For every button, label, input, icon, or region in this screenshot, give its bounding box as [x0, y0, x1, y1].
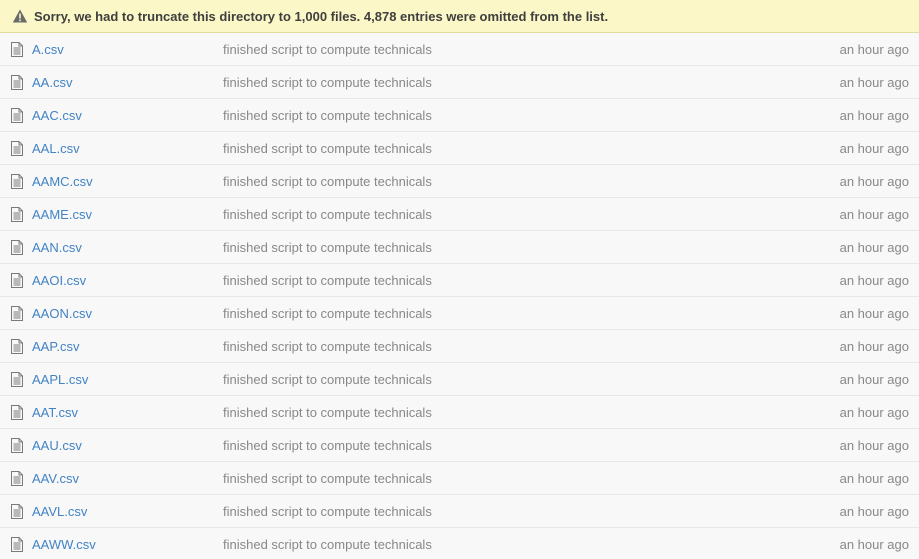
file-name-link[interactable]: AAME.csv — [32, 207, 92, 222]
commit-message-link[interactable]: finished script to compute technicals — [223, 42, 432, 57]
file-row: AAP.csv finished script to compute techni… — [0, 330, 919, 363]
file-row: AAT.csv finished script to compute techni… — [0, 396, 919, 429]
file-name-link[interactable]: AAT.csv — [32, 405, 78, 420]
file-row: AAON.csv finished script to compute techn… — [0, 297, 919, 330]
commit-message-link[interactable]: finished script to compute technicals — [223, 537, 432, 552]
file-age: an hour ago — [839, 404, 909, 420]
file-text-icon — [11, 141, 23, 156]
file-text-icon — [11, 273, 23, 288]
file-age: an hour ago — [839, 503, 909, 519]
commit-message-link[interactable]: finished script to compute technicals — [223, 438, 432, 453]
file-name-link[interactable]: AAU.csv — [32, 438, 82, 453]
file-name-link[interactable]: AAP.csv — [32, 339, 79, 354]
commit-message-link[interactable]: finished script to compute technicals — [223, 207, 432, 222]
file-text-icon — [11, 537, 23, 552]
file-age: an hour ago — [839, 371, 909, 387]
commit-message-link[interactable]: finished script to compute technicals — [223, 273, 432, 288]
commit-message-link[interactable]: finished script to compute technicals — [223, 471, 432, 486]
file-row: AAOI.csv finished script to compute techn… — [0, 264, 919, 297]
file-row: AAC.csv finished script to compute techni… — [0, 99, 919, 132]
file-text-icon — [11, 438, 23, 453]
file-text-icon — [11, 75, 23, 90]
file-text-icon — [11, 372, 23, 387]
file-age: an hour ago — [839, 470, 909, 486]
file-text-icon — [11, 306, 23, 321]
commit-message-link[interactable]: finished script to compute technicals — [223, 306, 432, 321]
file-age: an hour ago — [839, 206, 909, 222]
file-name-link[interactable]: AA.csv — [32, 75, 72, 90]
file-age: an hour ago — [839, 107, 909, 123]
file-name-link[interactable]: AAV.csv — [32, 471, 79, 486]
file-name-link[interactable]: AAL.csv — [32, 141, 80, 156]
commit-message-link[interactable]: finished script to compute technicals — [223, 240, 432, 255]
file-row: AAPL.csv finished script to compute techn… — [0, 363, 919, 396]
file-name-link[interactable]: AAN.csv — [32, 240, 82, 255]
file-text-icon — [11, 471, 23, 486]
file-text-icon — [11, 207, 23, 222]
file-row: AA.csv finished script to compute technic… — [0, 66, 919, 99]
file-age: an hour ago — [839, 272, 909, 288]
file-row: AAWW.csv finished script to compute techn… — [0, 528, 919, 559]
commit-message-link[interactable]: finished script to compute technicals — [223, 405, 432, 420]
file-age: an hour ago — [839, 536, 909, 552]
file-text-icon — [11, 504, 23, 519]
commit-message-link[interactable]: finished script to compute technicals — [223, 141, 432, 156]
truncation-warning-text: Sorry, we had to truncate this directory… — [34, 8, 609, 24]
file-text-icon — [11, 174, 23, 189]
file-age: an hour ago — [839, 338, 909, 354]
file-text-icon — [11, 108, 23, 123]
commit-message-link[interactable]: finished script to compute technicals — [223, 339, 432, 354]
file-text-icon — [11, 405, 23, 420]
file-age: an hour ago — [839, 173, 909, 189]
file-name-link[interactable]: AAVL.csv — [32, 504, 87, 519]
commit-message-link[interactable]: finished script to compute technicals — [223, 504, 432, 519]
file-row: AAME.csv finished script to compute techn… — [0, 198, 919, 231]
file-name-link[interactable]: AAOI.csv — [32, 273, 86, 288]
file-text-icon — [11, 42, 23, 57]
file-row: AAVL.csv finished script to compute techn… — [0, 495, 919, 528]
file-row: AAL.csv finished script to compute techni… — [0, 132, 919, 165]
file-age: an hour ago — [839, 41, 909, 57]
file-age: an hour ago — [839, 74, 909, 90]
commit-message-link[interactable]: finished script to compute technicals — [223, 75, 432, 90]
commit-message-link[interactable]: finished script to compute technicals — [223, 174, 432, 189]
file-row: AAMC.csv finished script to compute techn… — [0, 165, 919, 198]
file-name-link[interactable]: AAON.csv — [32, 306, 92, 321]
file-age: an hour ago — [839, 437, 909, 453]
file-list: A.csv finished script to compute technica… — [0, 33, 919, 559]
file-name-link[interactable]: AAMC.csv — [32, 174, 93, 189]
file-row: A.csv finished script to compute technica… — [0, 33, 919, 66]
file-row: AAV.csv finished script to compute techni… — [0, 462, 919, 495]
commit-message-link[interactable]: finished script to compute technicals — [223, 372, 432, 387]
file-text-icon — [11, 339, 23, 354]
file-age: an hour ago — [839, 140, 909, 156]
file-text-icon — [11, 240, 23, 255]
warning-icon — [12, 9, 28, 23]
truncation-warning: Sorry, we had to truncate this directory… — [0, 0, 919, 33]
file-row: AAN.csv finished script to compute techni… — [0, 231, 919, 264]
file-row: AAU.csv finished script to compute techni… — [0, 429, 919, 462]
commit-message-link[interactable]: finished script to compute technicals — [223, 108, 432, 123]
file-age: an hour ago — [839, 305, 909, 321]
file-name-link[interactable]: A.csv — [32, 42, 64, 57]
file-name-link[interactable]: AAWW.csv — [32, 537, 96, 552]
file-name-link[interactable]: AAPL.csv — [32, 372, 88, 387]
file-name-link[interactable]: AAC.csv — [32, 108, 82, 123]
file-age: an hour ago — [839, 239, 909, 255]
